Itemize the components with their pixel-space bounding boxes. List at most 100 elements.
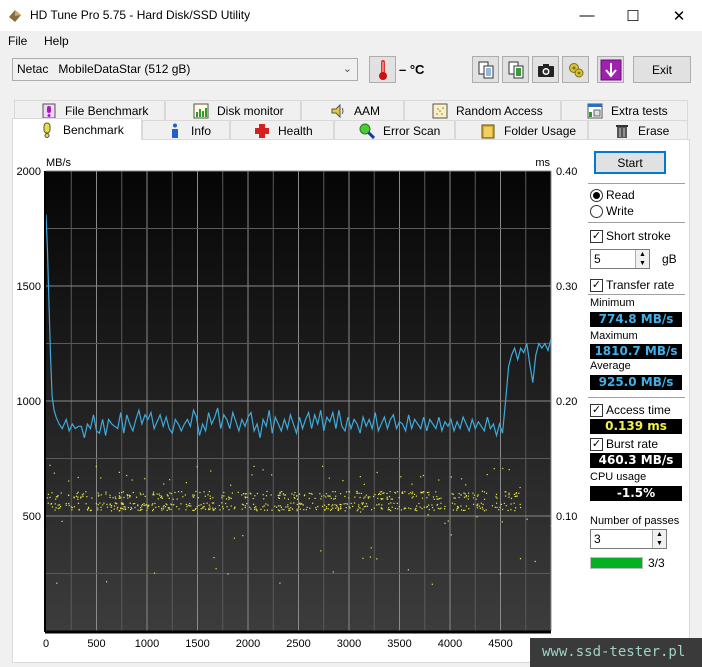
access-time-point bbox=[156, 493, 158, 495]
access-time-point bbox=[391, 498, 394, 500]
access-time-point bbox=[386, 498, 388, 500]
access-time-point bbox=[464, 493, 466, 495]
menu-help[interactable]: Help bbox=[44, 34, 69, 48]
access-time-point bbox=[352, 505, 354, 508]
access-time-point bbox=[443, 508, 446, 510]
access-time-point bbox=[253, 503, 255, 505]
access-time-point bbox=[328, 495, 330, 497]
minimize-button[interactable]: — bbox=[564, 0, 610, 31]
tab-extra-tests[interactable]: Extra tests bbox=[561, 100, 688, 120]
tab-error-scan[interactable]: Error Scan bbox=[334, 120, 455, 140]
access-time-point bbox=[140, 494, 142, 496]
access-time-point bbox=[463, 496, 466, 498]
access-time-point bbox=[219, 509, 221, 511]
extra-tests-icon bbox=[587, 103, 603, 118]
access-time-point bbox=[284, 494, 287, 496]
access-time-point bbox=[115, 498, 117, 500]
access-time-point bbox=[193, 496, 195, 498]
close-icon: ✕ bbox=[672, 7, 686, 25]
tab-file-benchmark[interactable]: File Benchmark bbox=[14, 100, 165, 120]
spin-arrows[interactable]: ▲ ▼ bbox=[652, 530, 666, 548]
access-time-point bbox=[299, 508, 302, 510]
access-time-point bbox=[85, 503, 87, 505]
access-time-point bbox=[197, 497, 199, 499]
write-radio[interactable] bbox=[590, 205, 603, 218]
access-time-point bbox=[516, 495, 518, 497]
spin-arrows[interactable]: ▲ ▼ bbox=[635, 250, 649, 268]
access-time-point bbox=[428, 504, 430, 506]
access-time-point bbox=[99, 502, 101, 504]
access-time-checkbox[interactable]: ✓ bbox=[590, 404, 603, 417]
access-time-point bbox=[510, 509, 512, 511]
access-time-point bbox=[298, 506, 300, 508]
access-time-point bbox=[394, 507, 396, 510]
tab-random-access[interactable]: Random Access bbox=[404, 100, 561, 120]
transfer-rate-checkbox[interactable]: ✓ bbox=[590, 279, 603, 292]
access-time-point bbox=[308, 497, 310, 500]
access-time-point bbox=[303, 509, 305, 511]
tab-aam[interactable]: AAM bbox=[301, 100, 404, 120]
tab-benchmark[interactable]: Benchmark bbox=[12, 118, 142, 140]
access-time-point bbox=[312, 502, 314, 504]
drive-select[interactable]: Netac MobileDataStar (512 gB) ⌄ bbox=[12, 58, 358, 81]
access-time-point bbox=[204, 508, 207, 510]
screenshot-button[interactable] bbox=[532, 56, 559, 83]
menu-file[interactable]: File bbox=[8, 34, 27, 48]
access-time-point bbox=[366, 505, 369, 507]
access-time-point bbox=[86, 508, 89, 510]
temperature-button[interactable] bbox=[369, 56, 396, 83]
access-time-point bbox=[404, 491, 406, 493]
access-time-point bbox=[296, 498, 299, 500]
access-time-point bbox=[356, 510, 358, 512]
tab-folder-usage[interactable]: Folder Usage bbox=[455, 120, 588, 140]
access-time-point bbox=[496, 506, 498, 509]
access-time-point bbox=[124, 506, 126, 508]
access-time-point bbox=[508, 492, 510, 494]
download-button[interactable] bbox=[597, 56, 624, 83]
access-time-point bbox=[97, 492, 99, 494]
access-time-point bbox=[353, 502, 356, 504]
tab-info[interactable]: Info bbox=[142, 120, 230, 140]
tab-disk-monitor[interactable]: Disk monitor bbox=[165, 100, 301, 120]
access-time-point bbox=[203, 502, 205, 505]
access-time-label: Access time bbox=[606, 403, 671, 417]
close-button[interactable]: ✕ bbox=[656, 0, 702, 31]
access-time-point bbox=[416, 505, 418, 507]
access-time-point bbox=[244, 496, 246, 498]
access-time-point bbox=[95, 503, 97, 505]
maximize-button[interactable]: ☐ bbox=[610, 0, 656, 31]
access-time-point bbox=[462, 509, 465, 512]
options-button[interactable] bbox=[562, 56, 589, 83]
tab-erase[interactable]: Erase bbox=[588, 120, 688, 140]
access-time-point bbox=[411, 483, 413, 485]
temperature-readout: – °C bbox=[399, 62, 425, 77]
tab-label: Random Access bbox=[456, 103, 543, 118]
access-time-point bbox=[233, 537, 236, 539]
access-time-point bbox=[296, 510, 298, 512]
access-time-point bbox=[158, 493, 160, 495]
access-time-point bbox=[163, 483, 165, 485]
access-time-point bbox=[170, 503, 172, 505]
access-time-point bbox=[109, 496, 111, 499]
read-radio[interactable] bbox=[590, 189, 603, 202]
short-stroke-input[interactable]: 5 ▲ ▼ bbox=[590, 249, 650, 269]
tab-health[interactable]: Health bbox=[230, 120, 334, 140]
start-button[interactable]: Start bbox=[594, 151, 666, 174]
exit-button[interactable]: Exit bbox=[633, 56, 691, 83]
x-tick-label: 500 bbox=[87, 638, 105, 650]
access-time-point bbox=[221, 502, 223, 504]
access-time-point bbox=[106, 581, 108, 583]
maximum-label: Maximum bbox=[590, 330, 638, 342]
access-time-point bbox=[324, 509, 326, 511]
access-time-point bbox=[408, 493, 410, 495]
burst-rate-checkbox[interactable]: ✓ bbox=[590, 438, 603, 451]
access-time-point bbox=[218, 504, 220, 507]
access-time-point bbox=[77, 498, 79, 500]
short-stroke-checkbox[interactable]: ✓ bbox=[590, 230, 603, 243]
access-time-point bbox=[141, 508, 143, 511]
access-time-point bbox=[161, 509, 163, 511]
copy-info-button[interactable] bbox=[472, 56, 499, 83]
passes-input[interactable]: 3 ▲ ▼ bbox=[590, 529, 667, 549]
access-time-point bbox=[473, 494, 476, 496]
copy-screenshot-button[interactable] bbox=[502, 56, 529, 83]
